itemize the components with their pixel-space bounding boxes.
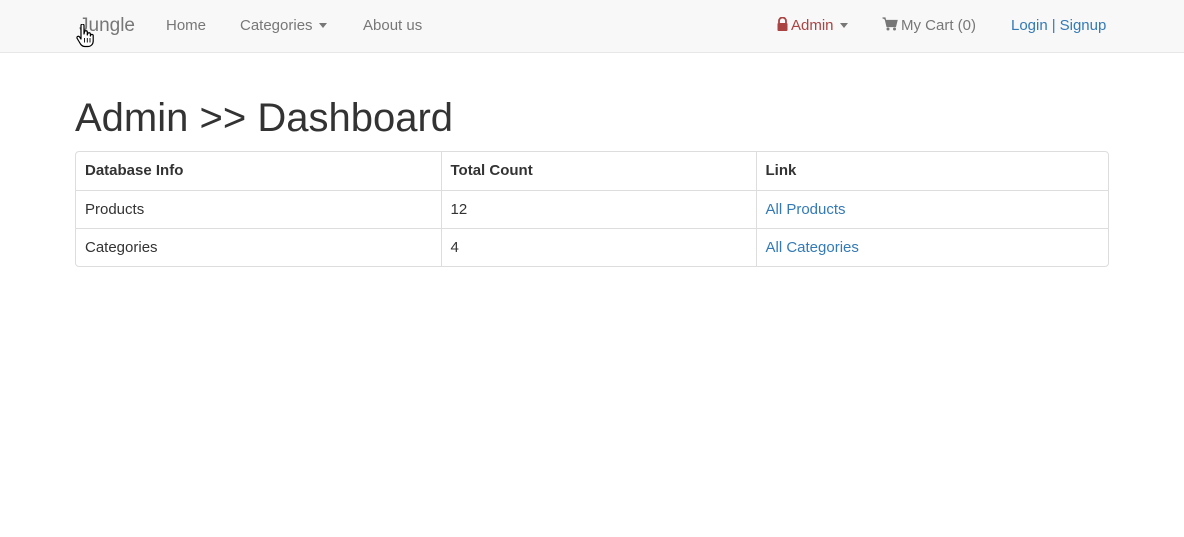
dashboard-table-container: Database Info Total Count Link Products …	[75, 151, 1109, 267]
auth-separator: |	[1051, 17, 1056, 34]
table-row: Categories 4 All Categories	[76, 227, 1108, 266]
lock-icon	[777, 17, 788, 31]
login-link[interactable]: Login	[1011, 17, 1048, 34]
nav-categories-label: Categories	[240, 17, 313, 34]
cell-info: Categories	[76, 227, 441, 266]
hand-pointer-cursor-icon	[76, 24, 94, 48]
all-categories-link[interactable]: All Categories	[766, 239, 859, 256]
table-row: Products 12 All Products	[76, 189, 1108, 228]
nav-cart-link[interactable]: My Cart (0)	[882, 0, 976, 52]
nav-cart-label: My Cart (0)	[901, 17, 976, 34]
page-title: Admin >> Dashboard	[75, 96, 454, 140]
caret-down-icon	[318, 23, 327, 28]
header-database-info: Database Info	[85, 162, 184, 180]
dashboard-table: Database Info Total Count Link Products …	[76, 152, 1108, 266]
cell-count: 4	[440, 227, 756, 266]
signup-link[interactable]: Signup	[1060, 17, 1107, 34]
all-products-link[interactable]: All Products	[766, 201, 846, 218]
top-navbar: Jungle Home Categories About us Admin My…	[0, 0, 1184, 53]
nav-auth-links: Login | Signup	[1011, 0, 1106, 52]
cell-count: 12	[440, 189, 756, 228]
cell-link: All Products	[755, 189, 1108, 228]
header-link: Link	[755, 152, 1108, 190]
shopping-cart-icon	[882, 17, 898, 31]
nav-about-link[interactable]: About us	[363, 0, 422, 52]
caret-down-icon	[839, 23, 848, 28]
table-header-row: Database Info Total Count Link	[76, 152, 1108, 190]
nav-categories-dropdown[interactable]: Categories	[240, 0, 327, 52]
nav-admin-label: Admin	[791, 17, 834, 34]
cell-link: All Categories	[755, 227, 1108, 266]
nav-admin-dropdown[interactable]: Admin	[776, 0, 848, 52]
header-total-count: Total Count	[440, 152, 756, 190]
cell-info: Products	[76, 189, 441, 228]
nav-home-link[interactable]: Home	[166, 0, 206, 52]
